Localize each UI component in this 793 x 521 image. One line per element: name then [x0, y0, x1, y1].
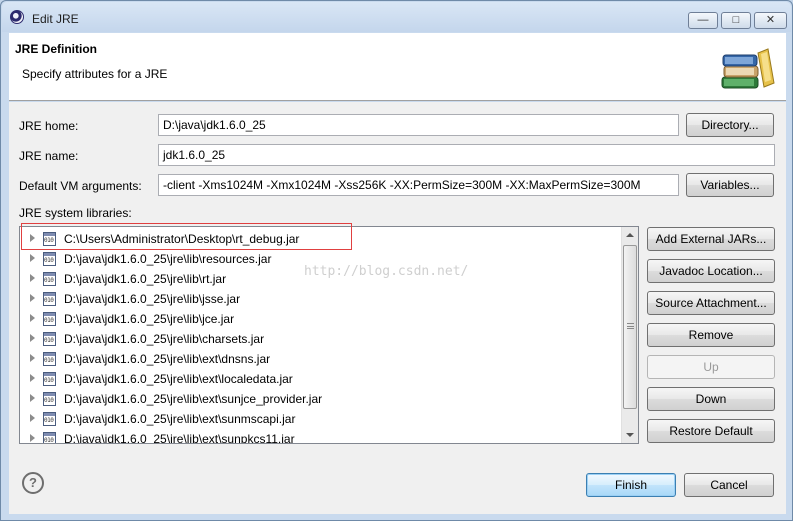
jar-file-icon: 010	[43, 372, 56, 386]
expand-arrow-icon[interactable]	[30, 314, 35, 322]
list-item[interactable]: 010 C:\Users\Administrator\Desktop\rt_deb…	[20, 229, 624, 249]
jar-icon-text: 010	[44, 237, 54, 244]
title-bar: Edit JRE — □ ✕	[2, 2, 791, 32]
source-attachment-button[interactable]: Source Attachment...	[647, 291, 775, 315]
library-path: D:\java\jdk1.6.0_25\jre\lib\ext\localeda…	[64, 372, 293, 386]
jre-home-label: JRE home:	[19, 119, 79, 133]
jar-file-icon: 010	[43, 272, 56, 286]
scroll-thumb[interactable]	[623, 245, 637, 409]
jar-file-icon: 010	[43, 312, 56, 326]
expand-arrow-icon[interactable]	[30, 334, 35, 342]
vm-arguments-label: Default VM arguments:	[19, 179, 142, 193]
variables-button[interactable]: Variables...	[686, 173, 774, 197]
minimize-button[interactable]: —	[688, 12, 718, 29]
expand-arrow-icon[interactable]	[30, 254, 35, 262]
jar-file-icon: 010	[43, 332, 56, 346]
jar-icon-text: 010	[44, 317, 54, 324]
expand-arrow-icon[interactable]	[30, 294, 35, 302]
list-item[interactable]: 010 D:\java\jdk1.6.0_25\jre\lib\ext\dnsns…	[20, 349, 624, 369]
header-subtitle: Specify attributes for a JRE	[22, 67, 168, 81]
jar-icon-text: 010	[44, 397, 54, 404]
list-item[interactable]: 010 D:\java\jdk1.6.0_25\jre\lib\ext\sunpk…	[20, 429, 624, 444]
close-icon: ✕	[765, 14, 776, 26]
remove-button[interactable]: Remove	[647, 323, 775, 347]
library-path: D:\java\jdk1.6.0_25\jre\lib\jsse.jar	[64, 292, 241, 306]
expand-arrow-icon[interactable]	[30, 394, 35, 402]
jar-icon-text: 010	[44, 297, 54, 304]
scroll-down-arrow[interactable]	[622, 427, 638, 443]
library-path: D:\java\jdk1.6.0_25\jre\lib\ext\sunpkcs1…	[64, 432, 295, 444]
help-icon[interactable]: ?	[22, 472, 44, 494]
list-item[interactable]: 010 D:\java\jdk1.6.0_25\jre\lib\jsse.jar	[20, 289, 624, 309]
jar-icon-text: 010	[44, 437, 54, 444]
jar-file-icon: 010	[43, 432, 56, 444]
jar-icon-text: 010	[44, 377, 54, 384]
list-item[interactable]: 010 D:\java\jdk1.6.0_25\jre\lib\jce.jar	[20, 309, 624, 329]
restore-default-button[interactable]: Restore Default	[647, 419, 775, 443]
library-path: D:\java\jdk1.6.0_25\jre\lib\jce.jar	[64, 312, 235, 326]
jar-file-icon: 010	[43, 412, 56, 426]
books-icon	[721, 48, 775, 89]
library-path: C:\Users\Administrator\Desktop\rt_debug.…	[64, 232, 300, 246]
scroll-up-arrow[interactable]	[622, 227, 638, 243]
minimize-icon: —	[697, 14, 709, 26]
arrow-down-icon	[626, 433, 634, 437]
watermark: http://blog.csdn.net/	[304, 264, 469, 279]
library-path: D:\java\jdk1.6.0_25\jre\lib\resources.ja…	[64, 252, 272, 266]
jar-icon-text: 010	[44, 357, 54, 364]
expand-arrow-icon[interactable]	[30, 374, 35, 382]
cancel-button[interactable]: Cancel	[684, 473, 774, 497]
list-item[interactable]: 010 D:\java\jdk1.6.0_25\jre\lib\ext\local…	[20, 369, 624, 389]
directory-button[interactable]: Directory...	[686, 113, 774, 137]
jar-file-icon: 010	[43, 352, 56, 366]
content-area: JRE home: D:\java\jdk1.6.0_25 Directory.…	[9, 102, 786, 455]
jar-file-icon: 010	[43, 252, 56, 266]
jre-name-field[interactable]: jdk1.6.0_25	[158, 144, 775, 166]
maximize-button[interactable]: □	[721, 12, 751, 29]
jar-file-icon: 010	[43, 292, 56, 306]
javadoc-location-button[interactable]: Javadoc Location...	[647, 259, 775, 283]
add-external-jars-button[interactable]: Add External JARs...	[647, 227, 775, 251]
library-path: D:\java\jdk1.6.0_25\jre\lib\ext\sunmscap…	[64, 412, 296, 426]
jar-icon-text: 010	[44, 337, 54, 344]
expand-arrow-icon[interactable]	[30, 234, 35, 242]
maximize-icon: □	[732, 14, 740, 26]
jar-icon-text: 010	[44, 257, 54, 264]
vm-arguments-field[interactable]: -client -Xms1024M -Xmx1024M -Xss256K -XX…	[158, 174, 679, 196]
expand-arrow-icon[interactable]	[30, 434, 35, 442]
library-path: D:\java\jdk1.6.0_25\jre\lib\charsets.jar	[64, 332, 265, 346]
dialog-header: JRE Definition Specify attributes for a …	[9, 33, 786, 101]
up-button[interactable]: Up	[647, 355, 775, 379]
jar-icon-text: 010	[44, 417, 54, 424]
expand-arrow-icon[interactable]	[30, 354, 35, 362]
eclipse-icon	[10, 10, 24, 24]
window-title: Edit JRE	[32, 12, 79, 26]
vertical-scrollbar[interactable]	[621, 227, 638, 443]
edit-jre-dialog: Edit JRE — □ ✕ JRE Definition Specify at…	[0, 0, 793, 521]
library-path: D:\java\jdk1.6.0_25\jre\lib\ext\sunjce_p…	[64, 392, 323, 406]
library-path: D:\java\jdk1.6.0_25\jre\lib\ext\dnsns.ja…	[64, 352, 271, 366]
libraries-tree[interactable]: 010 C:\Users\Administrator\Desktop\rt_deb…	[19, 226, 639, 444]
close-button[interactable]: ✕	[754, 12, 787, 29]
dialog-footer: ? Finish Cancel	[9, 455, 786, 514]
list-item[interactable]: 010 D:\java\jdk1.6.0_25\jre\lib\charsets.…	[20, 329, 624, 349]
jar-file-icon: 010	[43, 392, 56, 406]
jre-name-label: JRE name:	[19, 149, 79, 163]
grip-icon	[627, 323, 634, 329]
libraries-label: JRE system libraries:	[19, 206, 132, 220]
header-title: JRE Definition	[15, 42, 98, 56]
list-item[interactable]: 010 D:\java\jdk1.6.0_25\jre\lib\ext\sunjc…	[20, 389, 624, 409]
jar-icon-text: 010	[44, 277, 54, 284]
expand-arrow-icon[interactable]	[30, 274, 35, 282]
arrow-up-icon	[626, 233, 634, 237]
finish-button[interactable]: Finish	[586, 473, 676, 497]
list-item[interactable]: 010 D:\java\jdk1.6.0_25\jre\lib\ext\sunms…	[20, 409, 624, 429]
expand-arrow-icon[interactable]	[30, 414, 35, 422]
library-path: D:\java\jdk1.6.0_25\jre\lib\rt.jar	[64, 272, 227, 286]
jar-file-icon: 010	[43, 232, 56, 246]
jre-home-field[interactable]: D:\java\jdk1.6.0_25	[158, 114, 679, 136]
down-button[interactable]: Down	[647, 387, 775, 411]
